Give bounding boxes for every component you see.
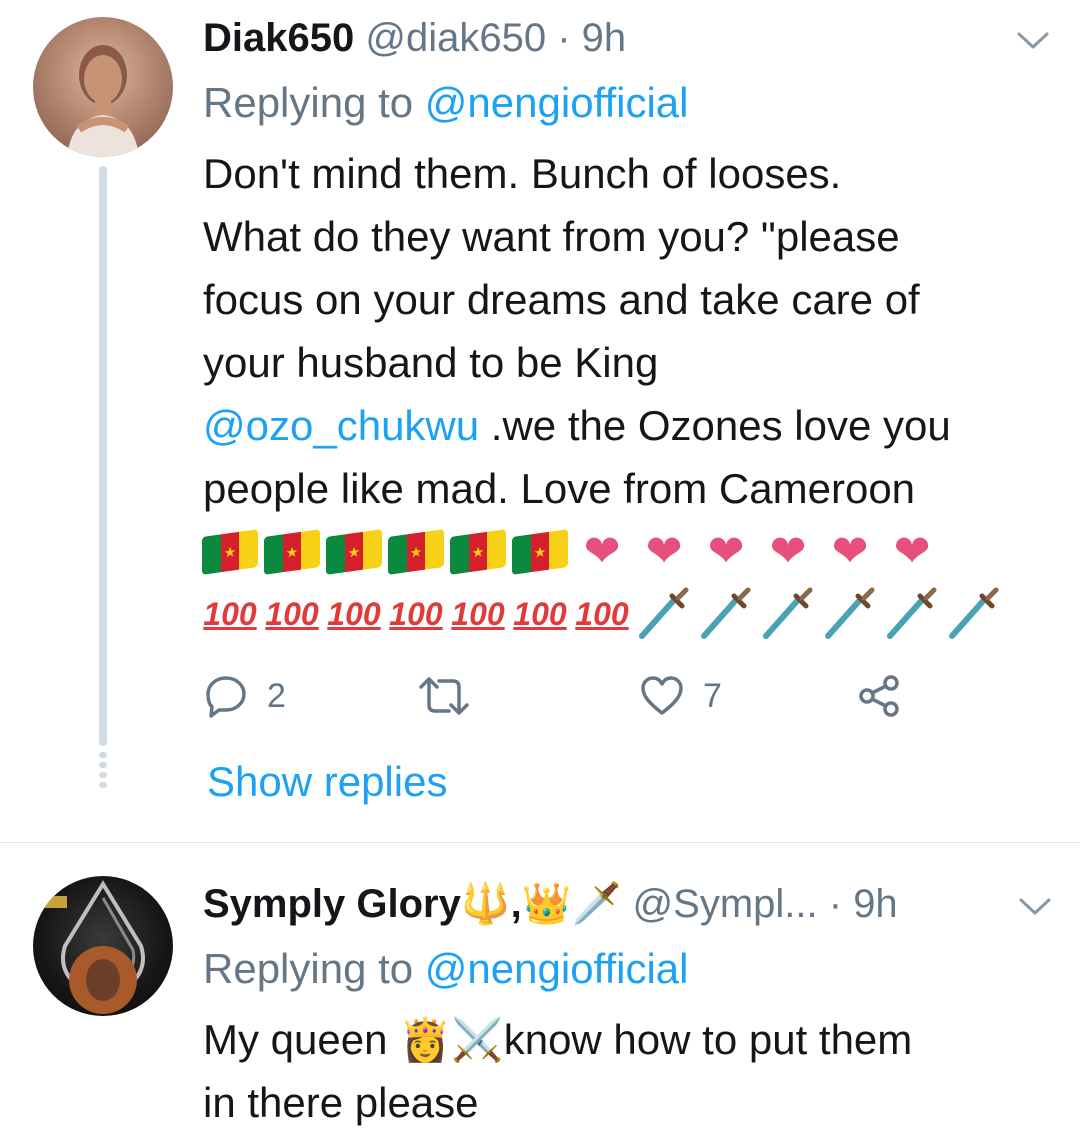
dagger-icon [634, 586, 694, 642]
timestamp[interactable]: 9h [853, 882, 898, 926]
cameroon-flag-icon [202, 529, 258, 575]
beating-heart-icon: ❤ [769, 527, 807, 576]
dagger-icon [944, 586, 1004, 642]
replying-mention[interactable]: @nengiofficial [425, 945, 689, 992]
dagger-icon [882, 586, 942, 642]
replying-label: Replying to [203, 945, 425, 992]
beating-heart-icon: ❤ [645, 527, 683, 576]
reply-count: 2 [267, 676, 286, 715]
display-name[interactable]: Diak650 [203, 16, 354, 60]
reply-icon [206, 676, 246, 718]
retweet-icon [419, 677, 469, 715]
handle[interactable]: @diak650 [365, 16, 546, 60]
body-line: in there please [203, 1079, 479, 1126]
share-button[interactable] [857, 668, 903, 724]
beating-heart-icon: ❤ [893, 527, 931, 576]
beating-heart-icon: ❤ [831, 527, 869, 576]
body-text: .we the Ozones love you [479, 402, 951, 449]
show-replies-link[interactable]: Show replies [207, 756, 447, 808]
dagger-icon [820, 586, 880, 642]
body-line: What do they want from you? "please [203, 213, 900, 260]
body-line: focus on your dreams and take care of [203, 276, 920, 323]
hundred-points-icon: 100 [575, 596, 629, 632]
tweet-header: Diak650 @diak650 · 9h [203, 14, 626, 62]
beating-heart-icon: ❤ [707, 527, 745, 576]
handle[interactable]: @Sympl... [633, 882, 818, 926]
tweet-actions: 2 7 [203, 668, 963, 724]
emoji-row: ❤ ❤ ❤ ❤ ❤ ❤ [200, 524, 942, 580]
replying-label: Replying to [203, 79, 425, 126]
emoji-row: 100 100 100 100 100 100 100 [200, 586, 1004, 642]
cameroon-flag-icon [512, 529, 568, 575]
body-line: Don't mind them. Bunch of looses. [203, 150, 842, 197]
cameroon-flag-icon [326, 529, 382, 575]
thread-line [99, 166, 107, 746]
retweet-button[interactable] [417, 668, 471, 724]
avatar[interactable] [33, 17, 173, 157]
tweet-body: My queen 👸⚔️know how to put them in ther… [203, 1008, 1053, 1134]
body-text: My queen [203, 1016, 400, 1063]
chevron-down-icon[interactable] [1016, 30, 1050, 52]
avatar[interactable] [33, 876, 173, 1016]
body-text: know how to put them [503, 1016, 913, 1063]
hundred-points-icon: 100 [203, 596, 257, 632]
share-icon [859, 675, 899, 717]
hundred-points-icon: 100 [451, 596, 505, 632]
body-line: @ozo_chukwu .we the Ozones love you [203, 394, 1053, 457]
cameroon-flag-icon [264, 529, 320, 575]
display-name[interactable]: Symply Glory🔱,👑🗡️ [203, 882, 621, 926]
body-line: your husband to be King [203, 339, 659, 386]
dagger-icon [758, 586, 818, 642]
hundred-points-icon: 100 [327, 596, 381, 632]
reply-button[interactable]: 2 [203, 668, 286, 724]
body-line: people like mad. Love from Cameroon [203, 465, 916, 512]
timestamp[interactable]: 9h [582, 16, 627, 60]
tweet[interactable]: Diak650 @diak650 · 9h Replying to @nengi… [0, 0, 1080, 842]
separator: · [828, 882, 843, 926]
beating-heart-icon: ❤ [583, 527, 621, 576]
heart-icon [641, 676, 683, 715]
like-count: 7 [703, 676, 722, 715]
dagger-icon [696, 586, 756, 642]
separator: · [557, 16, 571, 60]
hundred-points-icon: 100 [265, 596, 319, 632]
cameroon-flag-icon [450, 529, 506, 575]
tweet-body: Don't mind them. Bunch of looses. What d… [203, 142, 1053, 520]
tweet-header: Symply Glory🔱,👑🗡️ @Sympl... · 9h [203, 880, 898, 928]
hundred-points-icon: 100 [389, 596, 443, 632]
replying-to: Replying to @nengiofficial [203, 944, 689, 994]
replying-mention[interactable]: @nengiofficial [425, 79, 689, 126]
chevron-down-icon[interactable] [1018, 896, 1052, 918]
body-emoji: 👸⚔️ [399, 1016, 504, 1063]
replying-to: Replying to @nengiofficial [203, 78, 689, 128]
body-mention[interactable]: @ozo_chukwu [203, 402, 479, 449]
like-button[interactable]: 7 [639, 668, 722, 724]
body-line: My queen 👸⚔️know how to put them [203, 1008, 1053, 1071]
hundred-points-icon: 100 [513, 596, 567, 632]
thread-dots [96, 752, 110, 800]
cameroon-flag-icon [388, 529, 444, 575]
